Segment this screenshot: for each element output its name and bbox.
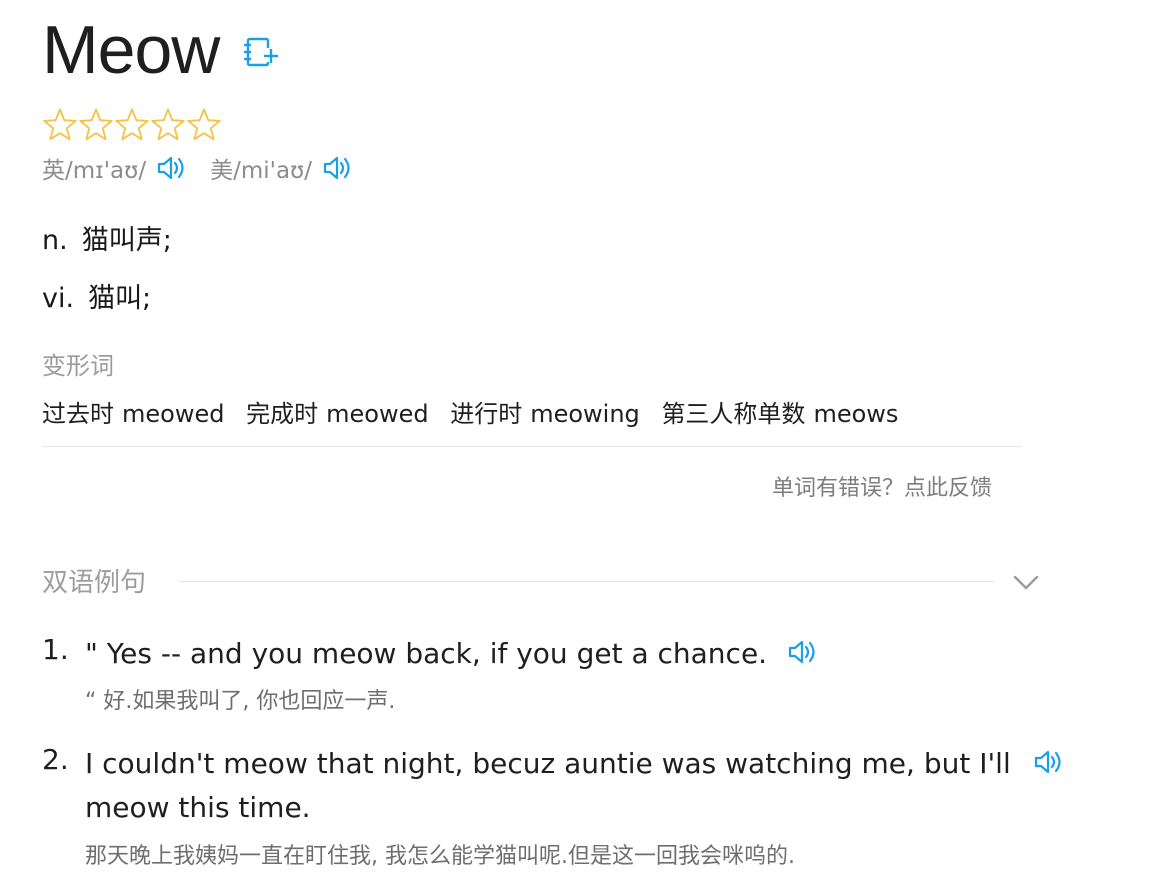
word-title: Meow <box>42 12 220 88</box>
example-speaker-icon[interactable] <box>787 638 819 666</box>
example-number: 2. <box>42 743 69 776</box>
definition-verb: vi. 猫叫; <box>42 276 151 315</box>
star-icon <box>186 106 222 142</box>
definition-meaning: 猫叫; <box>88 283 152 314</box>
star-icon <box>114 106 150 142</box>
add-to-wordbook-icon[interactable] <box>242 36 278 70</box>
example-chinese: “ 好.如果我叫了, 你也回应一声. <box>85 689 396 714</box>
us-phonetic: 美/mi'aʊ/ <box>210 158 312 184</box>
example-number: 1. <box>42 633 69 666</box>
word-forms-label: 变形词 <box>42 352 114 380</box>
part-of-speech: n. <box>42 225 68 256</box>
star-icon <box>78 106 114 142</box>
phonetics-row: 英/mɪ'aʊ/ 美/mi'aʊ/ <box>42 150 354 186</box>
bilingual-examples-title: 双语例句 <box>42 568 147 598</box>
uk-pronounce-speaker-icon[interactable] <box>156 154 188 182</box>
star-icon <box>42 106 78 142</box>
us-pronounce-speaker-icon[interactable] <box>322 154 354 182</box>
definition-meaning: 猫叫声; <box>81 225 172 256</box>
divider <box>42 446 1022 447</box>
uk-phonetic: 英/mɪ'aʊ/ <box>42 158 147 184</box>
word-form-perfect: 完成时 meowed <box>246 400 429 428</box>
error-feedback-link[interactable]: 单词有错误？点此反馈 <box>772 470 992 502</box>
star-rating <box>42 106 222 142</box>
definition-noun: n. 猫叫声; <box>42 218 172 257</box>
example-english: " Yes -- and you meow back, if you get a… <box>85 632 819 676</box>
word-forms-list: 过去时 meowed 完成时 meowed 进行时 meowing 第三人称单数 meo… <box>42 394 912 429</box>
star-icon <box>150 106 186 142</box>
example-speaker-icon[interactable] <box>1033 748 1065 776</box>
word-form-past: 过去时 meowed <box>42 400 225 428</box>
example-english: I couldn't meow that night, becuz auntie… <box>85 742 1065 830</box>
word-form-third-person: 第三人称单数 meows <box>661 400 899 428</box>
section-divider <box>180 581 994 582</box>
part-of-speech: vi. <box>42 283 75 314</box>
example-chinese: 那天晚上我姨妈一直在盯住我, 我怎么能学猫叫呢.但是这一回我会咪呜的. <box>85 844 795 869</box>
chevron-down-icon[interactable] <box>1010 568 1042 596</box>
word-form-progressive: 进行时 meowing <box>450 400 640 428</box>
